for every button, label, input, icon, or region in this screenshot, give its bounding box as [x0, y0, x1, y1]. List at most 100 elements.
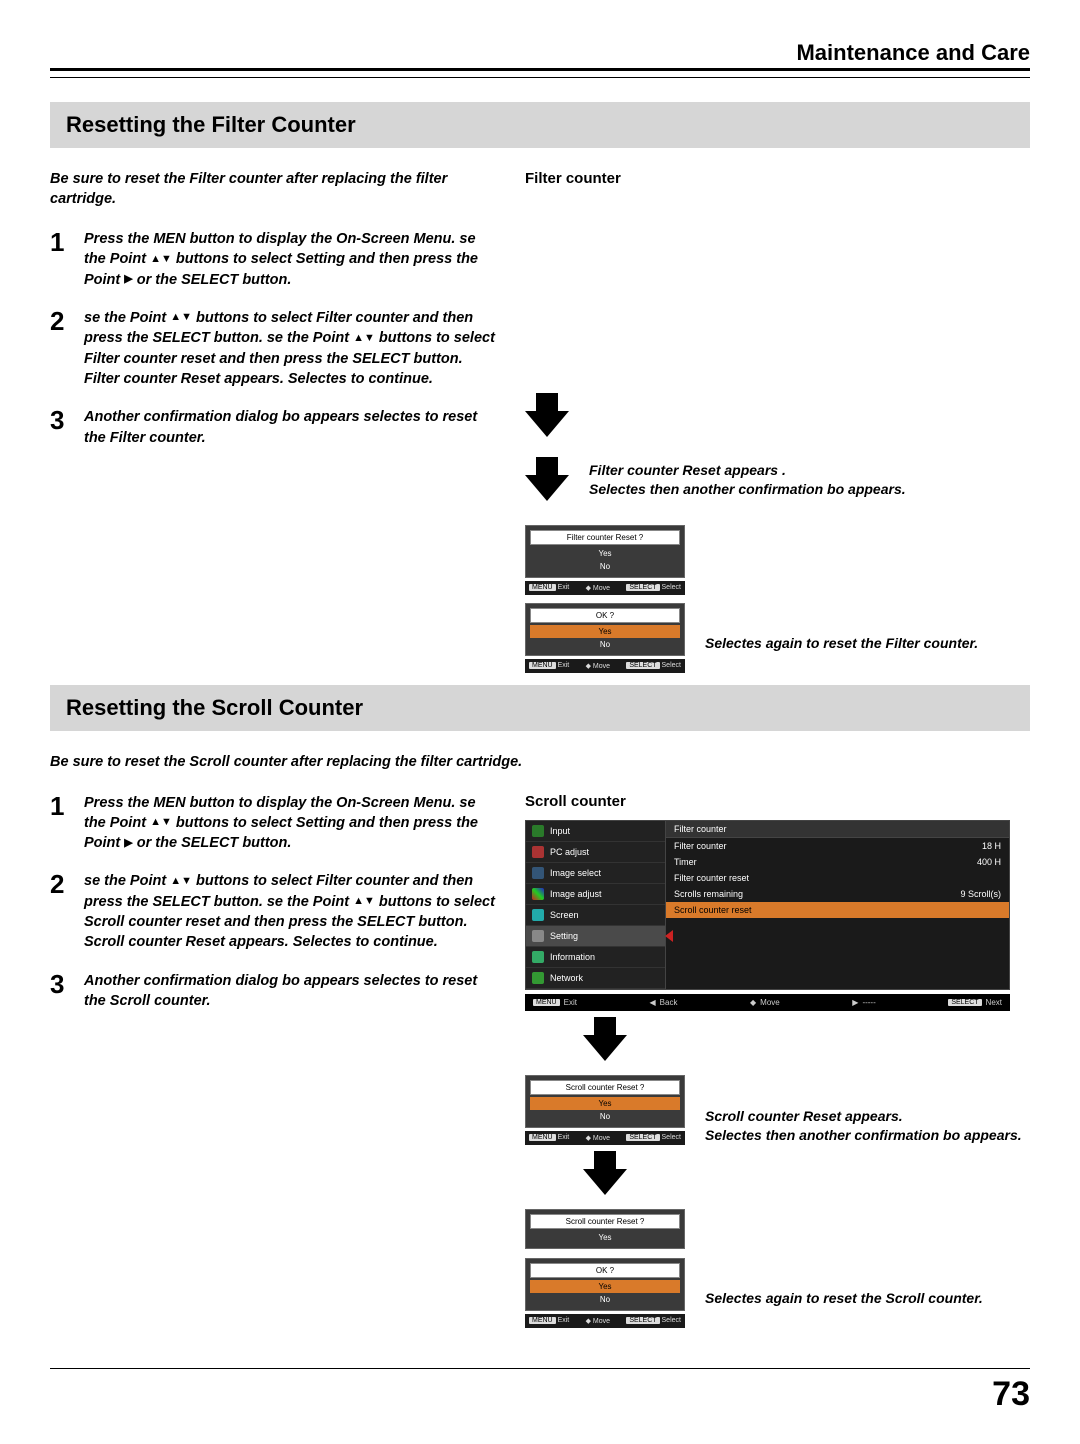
filter-step-3: 3 Another confirmation dialog bo appears… — [50, 407, 495, 448]
dialog-option-yes: Yes — [530, 547, 680, 560]
dialog-option-yes: Yes — [530, 1097, 680, 1110]
screen-icon — [532, 909, 544, 921]
t: or the SELECT button. — [133, 272, 292, 288]
step-text: se the Point ▲▼ buttons to select Filter… — [84, 871, 495, 952]
menu-item-setting: Setting — [526, 926, 665, 947]
t: Filter counter reset — [674, 873, 749, 883]
scroll-step-3: 3 Another confirmation dialog bo appears… — [50, 971, 495, 1012]
dialog-title: Scroll counter Reset ? — [530, 1080, 680, 1095]
right-arrow-icon: ▶ — [124, 836, 132, 851]
osd-submenu-header: Filter counter — [666, 821, 1009, 838]
step-text: se the Point ▲▼ buttons to select Filter… — [84, 308, 495, 389]
t: Timer — [674, 857, 697, 867]
osd-menu-screenshot: Input PC adjust Image select Image adjus… — [525, 820, 1010, 990]
select-label: SELECT — [626, 584, 659, 591]
select-label: SELECT — [626, 662, 659, 669]
dialog-option-yes: Yes — [530, 625, 680, 638]
updown-arrows-icon: ▲▼ — [150, 815, 172, 830]
t: Network — [550, 973, 583, 983]
updown-arrows-icon: ▲▼ — [353, 894, 375, 909]
t: Move — [593, 585, 610, 592]
osd-menu-left: Input PC adjust Image select Image adjus… — [526, 821, 666, 989]
gear-icon — [532, 930, 544, 942]
t: Screen — [550, 910, 579, 920]
menu-label: MENU — [533, 999, 560, 1006]
dialog-option-yes: Yes — [530, 1231, 680, 1244]
t: Exit — [558, 584, 570, 591]
menu-label: MENU — [529, 1134, 556, 1141]
dialog-filter-reset: Filter counter Reset ? Yes No — [525, 525, 685, 578]
scroll-fig-heading: Scroll counter — [525, 793, 1030, 810]
updown-arrows-icon: ▲▼ — [353, 331, 375, 346]
dialog-nav-bar: MENU Exit ◆ Move SELECT Select — [525, 581, 685, 595]
t: Select — [662, 1317, 681, 1324]
select-label: SELECT — [948, 999, 981, 1006]
t: 400 H — [977, 857, 1001, 867]
right-arrow-icon: ▶ — [124, 272, 132, 287]
t: Back — [660, 998, 678, 1007]
t: Move — [593, 663, 610, 670]
t: PC adjust — [550, 847, 589, 857]
dialog-ok-2: OK ? Yes No — [525, 1258, 685, 1311]
menu-item-imgadjust: Image adjust — [526, 884, 665, 905]
t: se the Point — [84, 873, 170, 889]
osd-menu-right: Filter counter Filter counter18 H Timer4… — [666, 821, 1009, 989]
select-label: SELECT — [626, 1317, 659, 1324]
dialog-option-no: No — [530, 638, 680, 651]
header-thick-rule — [50, 68, 1030, 71]
dialog-title: OK ? — [530, 1263, 680, 1278]
t: Exit — [558, 662, 570, 669]
scroll-caption-1: Scroll counter Reset appears. Selectes t… — [705, 1107, 1022, 1145]
chapter-title: Maintenance and Care — [50, 40, 1030, 66]
image-select-icon — [532, 867, 544, 879]
down-arrow-icon — [525, 475, 569, 501]
filter-step-1: 1 Press the MEN button to display the On… — [50, 229, 495, 290]
menu-item-input: Input — [526, 821, 665, 842]
select-label: SELECT — [626, 1134, 659, 1141]
dialog-option-no: No — [530, 1293, 680, 1306]
scroll-step-2: 2 se the Point ▲▼ buttons to select Filt… — [50, 871, 495, 952]
down-arrow-icon — [583, 1169, 627, 1195]
osd-row: Filter counter reset — [666, 870, 1009, 886]
scroll-caption-2: Selectes again to reset the Scroll count… — [705, 1289, 983, 1308]
t: Scroll counter reset — [674, 905, 752, 915]
t: Exit — [558, 1317, 570, 1324]
scroll-step-1: 1 Press the MEN button to display the On… — [50, 793, 495, 854]
step-number: 3 — [50, 407, 72, 448]
osd-row: Timer 400 H — [666, 854, 1009, 870]
t: ----- — [862, 998, 875, 1007]
osd-row-selected: Scroll counter reset — [666, 902, 1009, 918]
dialog-option-no: No — [530, 560, 680, 573]
filter-step-2: 2 se the Point ▲▼ buttons to select Filt… — [50, 308, 495, 389]
menu-item-screen: Screen — [526, 905, 665, 926]
t: Setting — [550, 931, 578, 941]
step-number: 3 — [50, 971, 72, 1012]
dialog-title: Scroll counter Reset ? — [530, 1214, 680, 1229]
dialog-option-no: No — [530, 1110, 680, 1123]
t: Filter counter — [674, 841, 727, 851]
t: Select — [662, 1134, 681, 1141]
down-arrow-icon — [583, 1035, 627, 1061]
scroll-intro: Be sure to reset the Scroll counter afte… — [50, 753, 590, 773]
t: Input — [550, 826, 570, 836]
step-text: Another confirmation dialog bo appears s… — [84, 407, 495, 448]
updown-arrows-icon: ▲▼ — [150, 252, 172, 267]
t: Image adjust — [550, 889, 602, 899]
info-icon — [532, 951, 544, 963]
t: Image select — [550, 868, 601, 878]
filter-intro: Be sure to reset the Filter counter afte… — [50, 170, 495, 209]
menu-item-network: Network — [526, 968, 665, 989]
dialog-nav-bar: MENU Exit ◆ Move SELECT Select — [525, 1314, 685, 1328]
dialog-scroll-reset-2: Scroll counter Reset ? Yes — [525, 1209, 685, 1249]
menu-label: MENU — [529, 1317, 556, 1324]
t: Next — [986, 998, 1002, 1007]
step-number: 2 — [50, 308, 72, 389]
menu-label: MENU — [529, 584, 556, 591]
filter-caption-1: Filter counter Reset appears . Selectes … — [589, 461, 906, 499]
t: Exit — [564, 998, 577, 1007]
t: or the SELECT button. — [133, 835, 292, 851]
t: Scrolls remaining — [674, 889, 743, 899]
pc-icon — [532, 846, 544, 858]
t: Exit — [558, 1134, 570, 1141]
filter-caption-2: Selectes again to reset the Filter count… — [705, 634, 978, 653]
